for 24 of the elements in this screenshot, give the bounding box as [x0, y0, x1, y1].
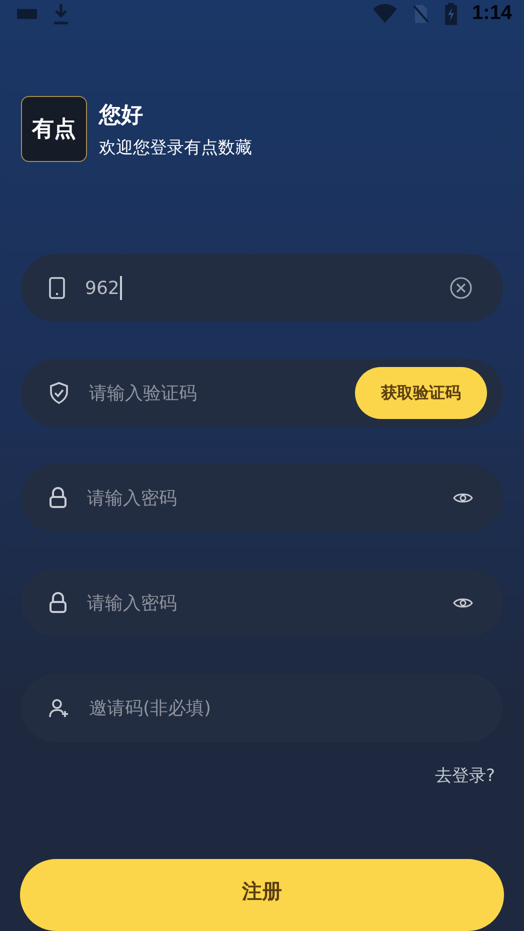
login-link[interactable]: 去登录?: [434, 764, 495, 787]
lock-icon: [49, 592, 67, 614]
add-user-icon: [49, 698, 69, 718]
input-field[interactable]: 邀请码(非必填): [21, 674, 503, 742]
input-field[interactable]: 请输入密码: [21, 569, 503, 637]
get-code-button[interactable]: 获取验证码: [355, 367, 487, 419]
input-field[interactable]: 请输入密码: [21, 464, 503, 532]
lock-icon: [49, 487, 67, 509]
eye-icon[interactable]: [453, 491, 473, 505]
eye-icon[interactable]: [453, 596, 473, 610]
clock-time: 1:14: [472, 2, 512, 25]
wifi-icon: [372, 4, 398, 24]
welcome-subtitle: 欢迎您登录有点数藏: [99, 136, 252, 158]
download-icon: [52, 2, 70, 24]
greeting-title: 您好: [99, 102, 144, 130]
no-sim-icon: [412, 4, 430, 24]
input-field[interactable]: 962: [21, 254, 503, 322]
input-field[interactable]: 请输入验证码 获取验证码: [21, 359, 503, 427]
battery-charging-icon: [444, 2, 458, 24]
register-button[interactable]: 注册: [20, 859, 504, 931]
shield-check-icon: [49, 382, 69, 404]
phone-icon: [49, 277, 65, 299]
clear-icon[interactable]: [449, 276, 473, 300]
app-logo: 有点: [21, 96, 87, 162]
